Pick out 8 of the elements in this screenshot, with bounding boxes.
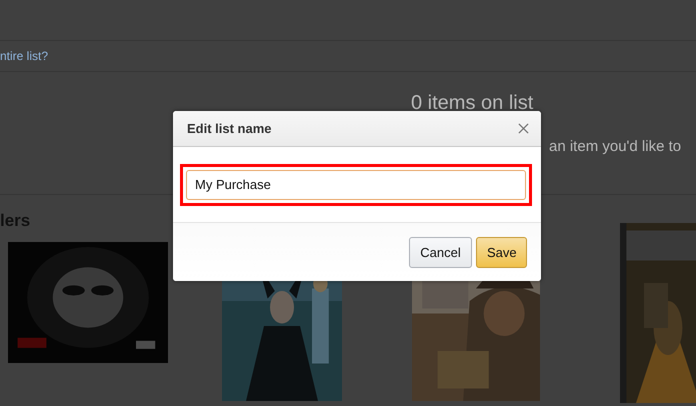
hint-text: an item you'd like to: [549, 138, 682, 155]
item-count: 0 items on list: [411, 92, 534, 114]
input-field[interactable]: My Purchase: [186, 170, 526, 200]
dialog-title: Edit list name: [187, 121, 272, 136]
link[interactable]: ntire list?: [0, 49, 48, 63]
save-button[interactable]: Save: [476, 236, 527, 268]
cancel-button[interactable]: Cancel: [409, 236, 472, 268]
close-icon[interactable]: [518, 123, 529, 134]
